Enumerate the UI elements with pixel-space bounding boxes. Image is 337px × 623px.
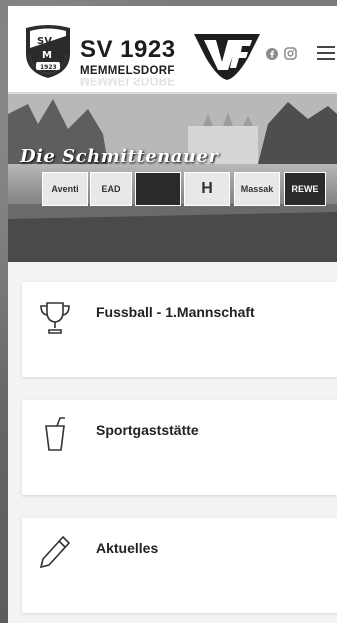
club-crest-logo[interactable]: SV M 1923 — [22, 24, 74, 80]
crest-text-m: M — [42, 50, 52, 61]
card-label: Fussball - 1.Mannschaft — [96, 304, 255, 320]
card-label: Aktuelles — [96, 540, 159, 556]
page-frame: SV M 1923 SV 1923 MEMMELSDORF MEMMELSDOR… — [8, 6, 337, 623]
menu-hamburger-icon[interactable] — [317, 46, 335, 60]
hero-banner: Die Schmittenauer Aventi EAD H Massak RE… — [8, 94, 337, 262]
instagram-icon[interactable] — [284, 47, 297, 60]
facebook-icon[interactable] — [266, 48, 278, 60]
crest-year: 1923 — [40, 64, 57, 71]
card-fussball[interactable]: Fussball - 1.Mannschaft — [22, 282, 337, 377]
sponsor-vf[interactable] — [135, 172, 181, 206]
sponsor-ead[interactable]: EAD — [90, 172, 132, 206]
card-aktuelles[interactable]: Aktuelles — [22, 518, 337, 613]
site-header: SV M 1923 SV 1923 MEMMELSDORF MEMMELSDOR… — [8, 6, 337, 92]
club-name[interactable]: SV 1923 — [80, 36, 176, 64]
sponsor-aventi[interactable]: Aventi — [42, 172, 88, 206]
card-label: Sportgaststätte — [96, 422, 199, 438]
sponsor-rewe[interactable]: REWE — [284, 172, 326, 206]
trophy-icon — [40, 302, 70, 334]
banner-title: Die Schmittenauer — [20, 146, 219, 167]
sponsor-massak[interactable]: Massak — [234, 172, 280, 206]
sponsor-vf-logo — [194, 34, 260, 80]
crest-text-sv: SV — [37, 36, 52, 47]
club-location[interactable]: MEMMELSDORF — [80, 65, 175, 77]
cup-icon — [45, 417, 65, 451]
card-sportgaststaette[interactable]: Sportgaststätte — [22, 400, 337, 495]
club-location-reflection: MEMMELSDORF — [80, 78, 175, 86]
sponsor-h[interactable]: H — [184, 172, 230, 206]
pencil-icon — [39, 535, 71, 569]
